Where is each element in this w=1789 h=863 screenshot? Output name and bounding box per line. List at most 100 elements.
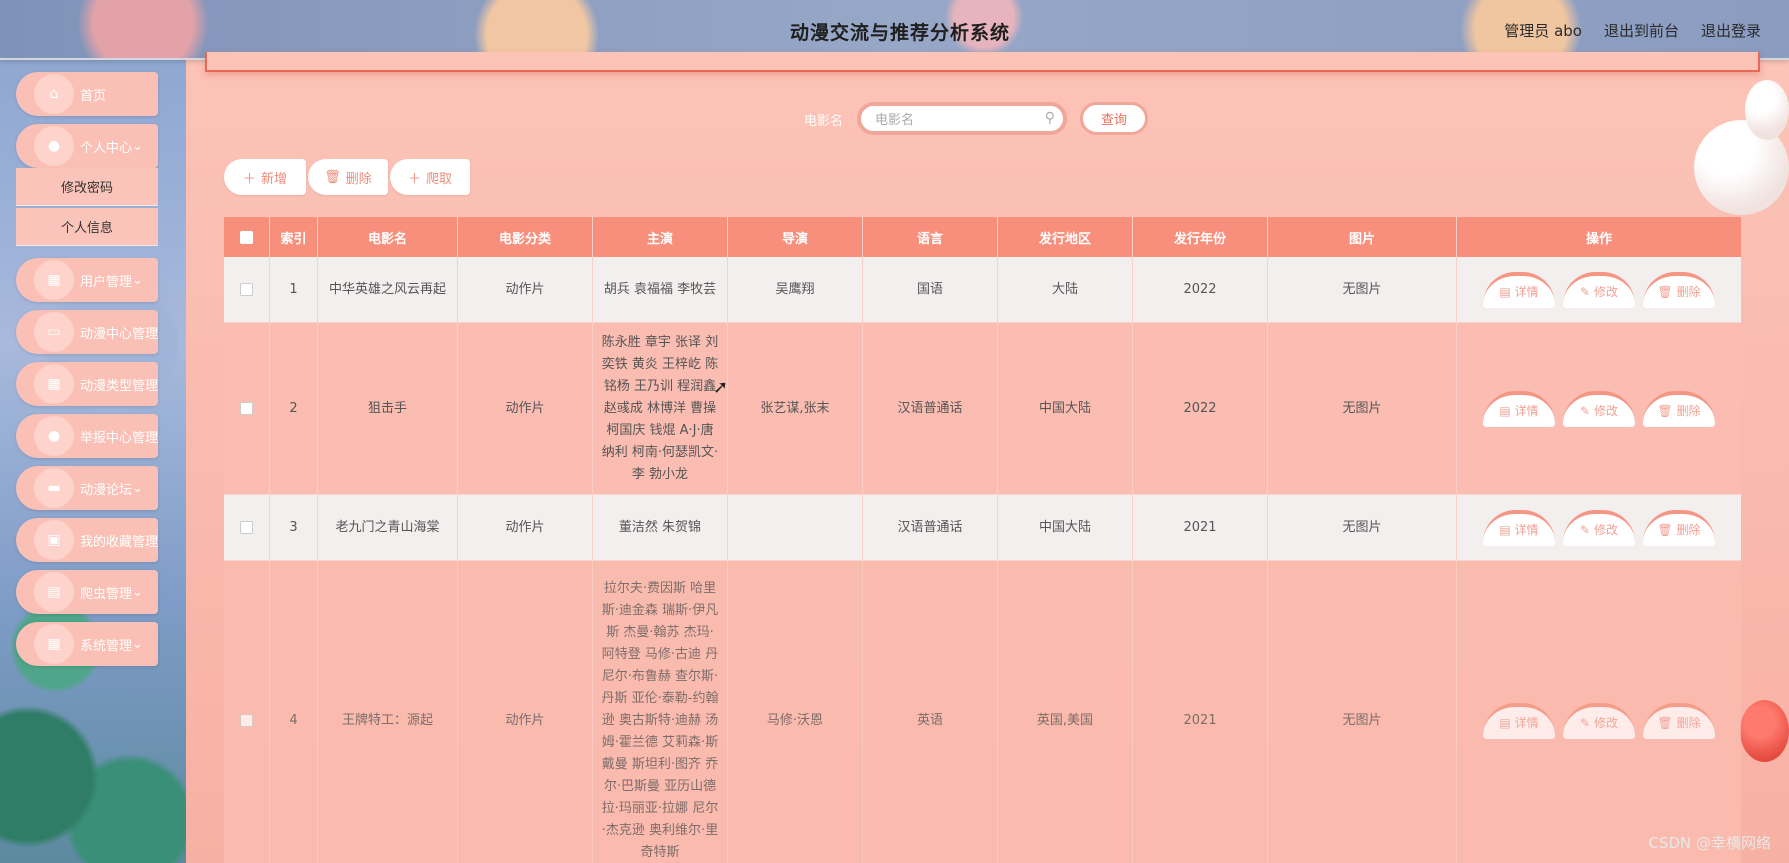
crawl-label: 爬取 xyxy=(426,171,453,187)
cell-actions: ▤ 详情 ✎ 修改 🗑 删除 xyxy=(1457,561,1741,863)
edit-label: 修改 xyxy=(1594,284,1619,299)
cell-region: 大陆 xyxy=(998,257,1133,322)
row-checkbox[interactable] xyxy=(240,521,253,534)
search-icon: ⚲ xyxy=(1044,110,1055,126)
chevron-down-icon: ⌄ xyxy=(132,272,143,288)
sidebar-item-user-management[interactable]: ▦ 用户管理 ⌄ xyxy=(16,258,158,302)
edit-label: 修改 xyxy=(1594,403,1619,418)
briefcase-icon: ▣ xyxy=(34,520,74,560)
cell-cast: 胡兵 袁福福 李牧芸 xyxy=(593,257,728,322)
cell-language: 国语 xyxy=(863,257,998,322)
select-all-checkbox[interactable] xyxy=(240,230,253,244)
column-header: 导演 xyxy=(728,217,863,257)
cell-year: 2021 xyxy=(1133,495,1268,560)
add-button[interactable]: ＋ 新增 xyxy=(224,159,306,195)
sidebar-item-personal-center[interactable]: ● 个人中心 ⌄ xyxy=(16,124,158,168)
sidebar-item-system[interactable]: ▦ 系统管理 ⌄ xyxy=(16,622,158,666)
admin-user-label[interactable]: 管理员 abo xyxy=(1504,20,1582,41)
cell-language: 英语 xyxy=(863,561,998,863)
cell-index: 3 xyxy=(270,495,318,560)
sidebar-subitem-change-password[interactable]: 修改密码 xyxy=(16,168,158,206)
column-header: 索引 xyxy=(270,217,318,257)
search-label: 电影名 xyxy=(804,114,844,129)
grid-icon: ▦ xyxy=(34,364,74,404)
row-checkbox[interactable] xyxy=(240,402,253,415)
logout-link[interactable]: 退出登录 xyxy=(1701,20,1761,41)
decorative-ball xyxy=(1740,700,1789,762)
sidebar-item-report-center[interactable]: ● 举报中心管理 xyxy=(16,414,158,458)
cell-language: 汉语普通话 xyxy=(863,495,998,560)
home-icon: ⌂ xyxy=(34,74,74,114)
table-row: 3 老九门之青山海棠 动作片 董洁然 朱贺锦 汉语普通话 中国大陆 2021 无… xyxy=(224,495,1741,561)
top-card-edge xyxy=(205,52,1760,72)
cell-image: 无图片 xyxy=(1268,495,1457,560)
mouse-cursor-icon: ➚ xyxy=(713,377,729,398)
sidebar-subitem-personal-info[interactable]: 个人信息 xyxy=(16,208,158,246)
plus-icon: ＋ xyxy=(242,171,256,187)
detail-label: 详情 xyxy=(1514,403,1539,418)
cell-year: 2021 xyxy=(1133,561,1268,863)
edit-button[interactable]: ✎ 修改 xyxy=(1563,390,1635,427)
edit-icon: ✎ xyxy=(1579,715,1591,730)
delete-label: 删除 xyxy=(1676,284,1701,299)
header-links: 管理员 abo 退出到前台 退出登录 xyxy=(1504,20,1761,41)
detail-label: 详情 xyxy=(1514,715,1539,730)
delete-button[interactable]: 🗑 删除 xyxy=(308,159,388,195)
sidebar-item-label: 系统管理 xyxy=(80,638,133,654)
row-select[interactable] xyxy=(224,561,270,863)
cell-region: 英国,美国 xyxy=(998,561,1133,863)
document-icon: ▤ xyxy=(1499,284,1511,299)
user-icon: ● xyxy=(34,126,74,166)
sidebar-item-anime-type[interactable]: ▦ 动漫类型管理 xyxy=(16,362,158,406)
add-label: 新增 xyxy=(261,171,288,187)
chevron-down-icon: ⌄ xyxy=(132,138,143,154)
detail-button[interactable]: ▤ 详情 xyxy=(1483,509,1555,546)
cell-actions: ▤ 详情 ✎ 修改 🗑 删除 xyxy=(1457,495,1741,560)
sidebar-item-label: 用户管理 xyxy=(80,274,133,290)
cell-index: 4 xyxy=(270,561,318,863)
delete-row-button[interactable]: 🗑 删除 xyxy=(1643,702,1715,739)
column-header: 图片 xyxy=(1268,217,1457,257)
chevron-down-icon: ⌄ xyxy=(132,480,143,496)
edit-button[interactable]: ✎ 修改 xyxy=(1563,702,1635,739)
cell-cast: 拉尔夫·费因斯 哈里斯·迪金森 瑞斯·伊凡斯 杰曼·翰苏 杰玛·阿特登 马修·古… xyxy=(593,561,728,863)
clipboard-icon: ▤ xyxy=(34,572,74,612)
delete-row-button[interactable]: 🗑 删除 xyxy=(1643,271,1715,308)
cell-name: 狙击手 xyxy=(318,323,458,494)
row-select[interactable] xyxy=(224,495,270,560)
row-checkbox[interactable] xyxy=(240,283,253,296)
delete-label: 删除 xyxy=(1676,522,1701,537)
search-input[interactable]: 电影名 ⚲ xyxy=(857,102,1067,135)
cell-category: 动作片 xyxy=(458,561,593,863)
document-icon: ▤ xyxy=(1499,715,1511,730)
crawl-button[interactable]: ＋ 爬取 xyxy=(390,159,470,195)
row-select[interactable] xyxy=(224,257,270,322)
sidebar-item-crawler[interactable]: ▤ 爬虫管理 ⌄ xyxy=(16,570,158,614)
detail-button[interactable]: ▤ 详情 xyxy=(1483,271,1555,308)
grid-icon: ▦ xyxy=(34,260,74,300)
delete-row-button[interactable]: 🗑 删除 xyxy=(1643,509,1715,546)
column-header: 电影分类 xyxy=(458,217,593,257)
submenu-label: 个人信息 xyxy=(60,221,113,236)
delete-row-button[interactable]: 🗑 删除 xyxy=(1643,390,1715,427)
edit-button[interactable]: ✎ 修改 xyxy=(1563,271,1635,308)
sidebar-item-my-favorites[interactable]: ▣ 我的收藏管理 xyxy=(16,518,158,562)
edit-button[interactable]: ✎ 修改 xyxy=(1563,509,1635,546)
decorative-bubble xyxy=(1745,80,1789,140)
header-select-all[interactable] xyxy=(224,217,270,257)
row-checkbox[interactable] xyxy=(240,714,253,727)
sidebar-item-label: 动漫论坛 xyxy=(80,482,133,498)
back-to-frontend-link[interactable]: 退出到前台 xyxy=(1604,20,1679,41)
search-placeholder: 电影名 xyxy=(875,113,915,128)
sidebar-item-anime-center[interactable]: ▭ 动漫中心管理 xyxy=(16,310,158,354)
row-select[interactable] xyxy=(224,323,270,494)
column-header: 主演 xyxy=(593,217,728,257)
detail-button[interactable]: ▤ 详情 xyxy=(1483,702,1555,739)
query-button[interactable]: 查询 xyxy=(1080,102,1148,135)
sidebar-item-home[interactable]: ⌂ 首页 xyxy=(16,72,158,116)
detail-button[interactable]: ▤ 详情 xyxy=(1483,390,1555,427)
cell-index: 2 xyxy=(270,323,318,494)
top-header: 动漫交流与推荐分析系统 管理员 abo 退出到前台 退出登录 xyxy=(0,0,1789,60)
sidebar-item-anime-forum[interactable]: ▬ 动漫论坛 ⌄ xyxy=(16,466,158,510)
cell-category: 动作片 xyxy=(458,323,593,494)
